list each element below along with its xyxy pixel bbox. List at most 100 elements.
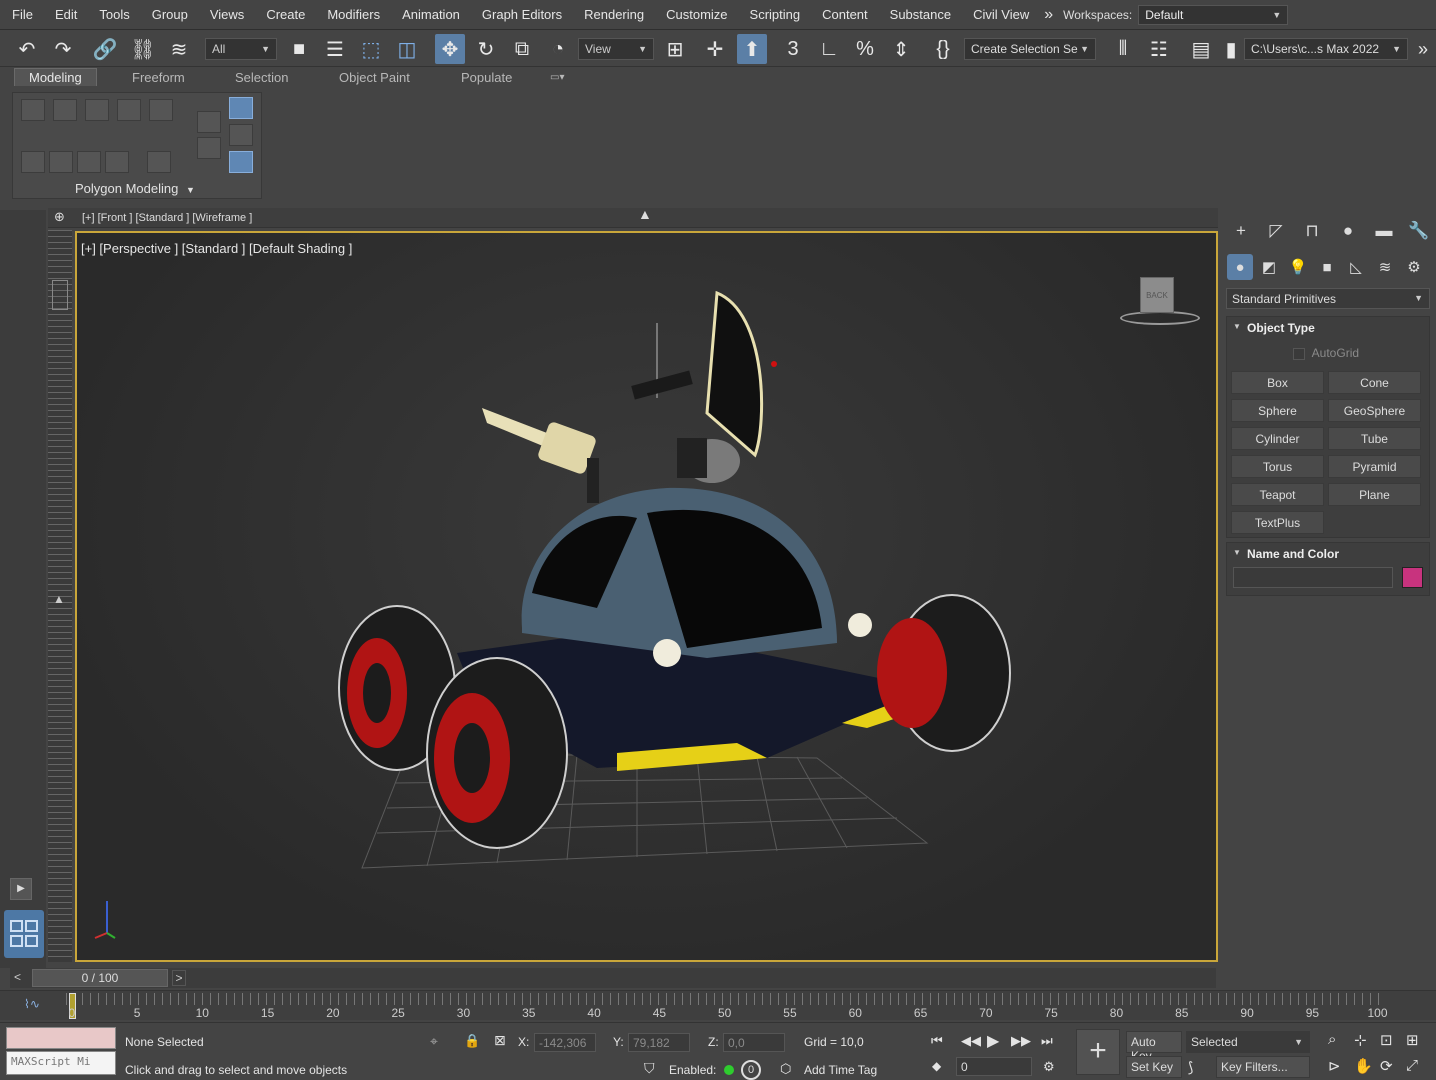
next-key-icon[interactable]: ▶▶ <box>1011 1033 1031 1049</box>
viewport-layouts-icon[interactable] <box>4 910 44 958</box>
zoom-extents-all-icon[interactable]: ⊞ <box>1406 1031 1419 1049</box>
menu-rendering[interactable]: Rendering <box>573 7 655 22</box>
polygon-modeling-dropdown[interactable]: Polygon Modeling ▼ <box>75 181 195 196</box>
menu-modifiers[interactable]: Modifiers <box>316 7 391 22</box>
primitive-category-dropdown[interactable]: Standard Primitives ▼ <box>1226 288 1430 309</box>
use-soft-selection-icon[interactable] <box>229 97 253 119</box>
pivot-center-icon[interactable]: ⊞ <box>660 34 690 64</box>
percent-snap-icon[interactable]: % <box>850 34 880 64</box>
scene-explorer-strip[interactable]: ▲ <box>48 230 72 962</box>
motion-panel-icon[interactable]: ● <box>1335 218 1361 244</box>
zoom-extents-icon[interactable]: ⊡ <box>1380 1031 1393 1049</box>
select-and-scale-icon[interactable]: ⧉ <box>507 34 537 64</box>
geosphere-button[interactable]: GeoSphere <box>1328 399 1421 422</box>
selection-filter-dropdown[interactable]: All ▼ <box>205 38 277 60</box>
preview-off-icon[interactable] <box>147 151 171 173</box>
edit-named-selection-icon[interactable]: {} <box>928 34 958 64</box>
menu-content[interactable]: Content <box>811 7 879 22</box>
select-and-rotate-icon[interactable]: ↻ <box>471 34 501 64</box>
pan-view-icon[interactable]: ✋ <box>1354 1057 1373 1075</box>
tab-populate[interactable]: Populate <box>461 70 512 85</box>
divider-handle-icon[interactable]: ▲ <box>638 206 652 222</box>
menu-views[interactable]: Views <box>199 7 255 22</box>
rectangular-selection-icon[interactable]: ⬚ <box>356 34 386 64</box>
menu-group[interactable]: Group <box>141 7 199 22</box>
maximize-viewport-icon[interactable]: ⤢ <box>1406 1057 1418 1074</box>
tab-selection[interactable]: Selection <box>235 70 288 85</box>
tab-modeling[interactable]: Modeling <box>14 68 97 86</box>
adaptive-degradation-icon[interactable]: ⛉ <box>644 1060 655 1077</box>
go-to-start-icon[interactable]: ⏮ <box>931 1033 943 1049</box>
reference-coordinate-dropdown[interactable]: View ▼ <box>578 38 654 60</box>
time-slider[interactable]: < 0 / 100 > <box>10 968 1216 988</box>
cone-button[interactable]: Cone <box>1328 371 1421 394</box>
helpers-icon[interactable]: ◺ <box>1343 254 1369 280</box>
auto-key-button[interactable]: Auto Key <box>1126 1031 1182 1063</box>
ribbon-options-icon[interactable]: ▭▾ <box>550 72 564 83</box>
collapse-stack-icon[interactable] <box>105 151 129 173</box>
menu-animation[interactable]: Animation <box>391 7 471 22</box>
key-mode-toggle-icon[interactable]: ◆ <box>932 1059 941 1073</box>
current-frame-field[interactable]: 0 <box>956 1057 1032 1076</box>
set-keys-icon[interactable]: + <box>1076 1029 1120 1075</box>
autogrid-checkbox[interactable]: AutoGrid <box>1293 346 1359 360</box>
layer-explorer-icon[interactable]: ▮ <box>1216 34 1246 64</box>
add-time-tag-label[interactable]: Add Time Tag <box>804 1063 877 1077</box>
systems-icon[interactable]: ⚙ <box>1401 254 1427 280</box>
cameras-icon[interactable]: ■ <box>1314 254 1340 280</box>
mirror-icon[interactable]: ⫴ <box>1108 34 1138 64</box>
expand-scene-explorer-icon[interactable]: ▶ <box>10 878 32 900</box>
maxscript-listener[interactable] <box>6 1027 116 1049</box>
sphere-button[interactable]: Sphere <box>1231 399 1324 422</box>
stack-up-icon[interactable] <box>77 151 101 173</box>
link-icon[interactable]: 🔗 <box>90 34 120 64</box>
object-type-title[interactable]: Object Type <box>1227 317 1429 339</box>
tab-freeform[interactable]: Freeform <box>132 70 185 85</box>
enabled-status-icon[interactable] <box>724 1065 734 1075</box>
scene-explorer-icon[interactable]: ▤ <box>1186 34 1216 64</box>
angle-snap-icon[interactable]: ∟ <box>814 34 844 64</box>
maxscript-mini-input[interactable]: MAXScript Mi <box>6 1051 116 1075</box>
stack-down-icon[interactable] <box>49 151 73 173</box>
select-and-move-icon[interactable]: ✥ <box>435 34 465 64</box>
teapot-button[interactable]: Teapot <box>1231 483 1324 506</box>
menu-edit[interactable]: Edit <box>44 7 88 22</box>
absolute-transform-icon[interactable]: ⊠ <box>494 1032 506 1049</box>
pin-stack-icon[interactable] <box>197 137 221 159</box>
redo-icon[interactable]: ↷ <box>48 34 78 64</box>
lights-icon[interactable]: 💡 <box>1285 254 1311 280</box>
select-and-place-icon[interactable]: ◔ <box>543 34 573 64</box>
hierarchy-panel-icon[interactable]: ⊓ <box>1299 218 1325 244</box>
top-viewport-strip[interactable]: [+] [Front ] [Standard ] [Wireframe ] ▲ … <box>48 206 1218 228</box>
menu-substance[interactable]: Substance <box>879 7 962 22</box>
menu-civil-view[interactable]: Civil View <box>962 7 1040 22</box>
element-icon[interactable] <box>149 99 173 121</box>
tube-button[interactable]: Tube <box>1328 427 1421 450</box>
field-of-view-icon[interactable]: ⊳ <box>1328 1057 1341 1075</box>
spinner-snap-icon[interactable]: ⇕ <box>886 34 916 64</box>
modify-panel-icon[interactable]: ◸ <box>1263 218 1289 244</box>
torus-button[interactable]: Torus <box>1231 455 1324 478</box>
named-selection-dropdown[interactable]: Create Selection Se ▼ <box>964 38 1096 60</box>
scroll-handle[interactable] <box>52 280 68 310</box>
cylinder-button[interactable]: Cylinder <box>1231 427 1324 450</box>
tab-object-paint[interactable]: Object Paint <box>339 70 410 85</box>
isolate-selection-icon[interactable]: ⌖ <box>430 1033 438 1050</box>
toolbar-overflow-icon[interactable]: » <box>1408 34 1436 64</box>
autogrid-box[interactable] <box>1293 347 1305 360</box>
object-name-input[interactable] <box>1233 567 1393 588</box>
menu-create[interactable]: Create <box>255 7 316 22</box>
divider-handle-icon[interactable]: ▲ <box>53 592 65 606</box>
time-tag-cube-icon[interactable]: ⬡ <box>780 1061 791 1077</box>
shapes-icon[interactable]: ◩ <box>1256 254 1282 280</box>
vertex-icon[interactable] <box>21 99 45 121</box>
plane-button[interactable]: Plane <box>1328 483 1421 506</box>
front-viewport-label[interactable]: [+] [Front ] [Standard ] [Wireframe ] <box>78 212 257 224</box>
previous-key-icon[interactable]: ◀◀ <box>961 1033 981 1049</box>
time-configuration-icon[interactable]: ⚙ <box>1043 1059 1055 1075</box>
viewcube[interactable]: BACK <box>1112 277 1202 327</box>
menu-overflow-icon[interactable]: » <box>1040 6 1057 24</box>
create-panel-icon[interactable]: + <box>1228 218 1254 244</box>
menu-tools[interactable]: Tools <box>88 7 140 22</box>
textplus-button[interactable]: TextPlus <box>1231 511 1324 534</box>
